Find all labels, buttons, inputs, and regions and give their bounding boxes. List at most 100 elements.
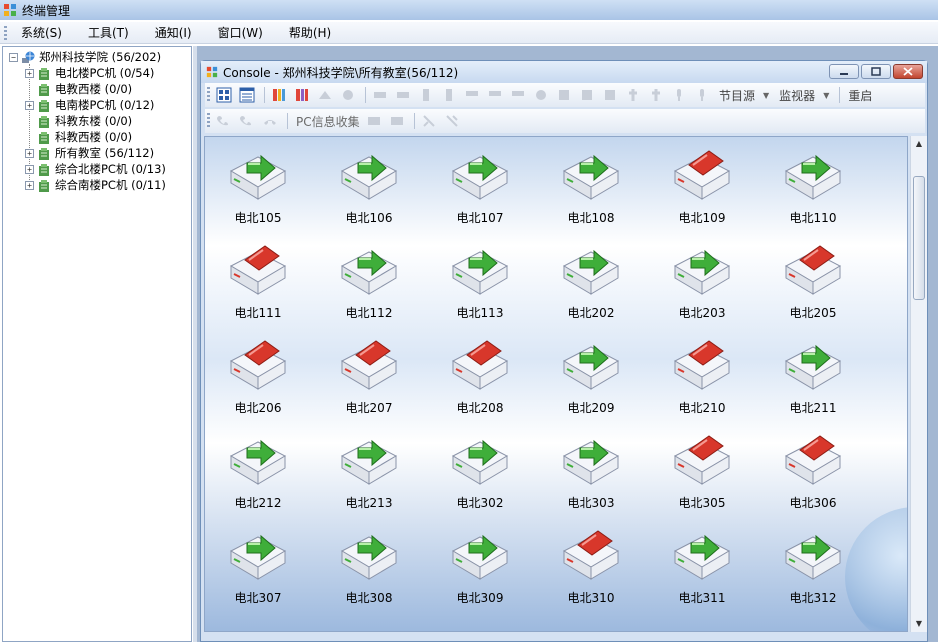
menu-help[interactable]: 帮助(H) <box>281 24 339 41</box>
phone-hangup-button[interactable] <box>260 111 280 131</box>
tool-disabled-1[interactable] <box>315 85 335 105</box>
terminal-name: 电北305 <box>678 496 726 510</box>
tool-disabled-9[interactable] <box>508 85 528 105</box>
tree-node-building[interactable]: + 所有教室 (56/112) <box>25 145 154 161</box>
expand-icon[interactable]: + <box>25 68 34 78</box>
terminal-tile[interactable]: 电北207 <box>324 337 414 425</box>
location-tree[interactable]: − 郑州科技学院 (56/202) + 电北楼PC机 (0/54) 电教西楼 (… <box>2 46 192 642</box>
monitor-dropdown[interactable]: 监视器 <box>779 87 815 104</box>
view-large-icons-button[interactable] <box>214 85 234 105</box>
phone-answer-button[interactable] <box>237 111 257 131</box>
terminal-tile[interactable]: 电北312 <box>768 527 858 615</box>
terminal-tile[interactable]: 电北206 <box>213 337 303 425</box>
vertical-scrollbar[interactable]: ▲ ▼ <box>910 136 927 632</box>
terminal-tile[interactable]: 电北213 <box>324 432 414 520</box>
terminal-tile[interactable]: 电北305 <box>657 432 747 520</box>
tool-disabled-15[interactable] <box>646 85 666 105</box>
terminal-tile[interactable]: 电北210 <box>657 337 747 425</box>
terminal-tile[interactable]: 电北310 <box>546 527 636 615</box>
terminal-tile[interactable]: 电北105 <box>213 147 303 235</box>
expand-icon[interactable]: + <box>25 164 34 174</box>
connect-button[interactable] <box>419 111 439 131</box>
menu-window[interactable]: 窗口(W) <box>210 24 271 41</box>
toolbar-grip[interactable] <box>207 87 210 103</box>
menubar-grip[interactable] <box>4 25 7 40</box>
terminal-tile[interactable]: 电北107 <box>435 147 525 235</box>
scroll-up-icon[interactable]: ▲ <box>911 136 927 152</box>
power-off-button[interactable] <box>292 85 312 105</box>
terminal-tile[interactable]: 电北109 <box>657 147 747 235</box>
close-button[interactable] <box>893 64 923 79</box>
expand-icon[interactable]: + <box>25 100 34 110</box>
tool-disabled-13[interactable] <box>600 85 620 105</box>
power-on-button[interactable] <box>269 85 289 105</box>
tree-node-building[interactable]: 科教东楼 (0/0) <box>37 113 132 129</box>
tree-node-building[interactable]: + 电北楼PC机 (0/54) <box>25 65 154 81</box>
tool-disabled-6[interactable] <box>439 85 459 105</box>
tree-node-building[interactable]: 科教西楼 (0/0) <box>37 129 132 145</box>
menu-notify[interactable]: 通知(I) <box>147 24 200 41</box>
toolbar-grip[interactable] <box>207 113 210 129</box>
terminal-tile[interactable]: 电北112 <box>324 242 414 330</box>
terminal-name: 电北208 <box>456 401 504 415</box>
terminal-tile[interactable]: 电北108 <box>546 147 636 235</box>
tool-disabled-17[interactable] <box>387 111 407 131</box>
tool-disabled-12[interactable] <box>577 85 597 105</box>
collapse-icon[interactable]: − <box>9 52 18 62</box>
tree-node-building[interactable]: + 综合南楼PC机 (0/11) <box>25 177 166 193</box>
tree-node-building[interactable]: 电教西楼 (0/0) <box>37 81 132 97</box>
tool-disabled-8[interactable] <box>485 85 505 105</box>
tool-disabled-2[interactable] <box>338 85 358 105</box>
menu-system[interactable]: 系统(S) <box>13 24 70 41</box>
phone-icon <box>240 116 251 126</box>
terminal-tile[interactable]: 电北208 <box>435 337 525 425</box>
pc-info-collect-button[interactable]: PC信息收集 <box>296 113 360 130</box>
tree-node-root[interactable]: − 郑州科技学院 (56/202) <box>9 49 161 65</box>
expand-icon[interactable]: + <box>25 148 34 158</box>
tool-disabled-14[interactable] <box>623 85 643 105</box>
terminal-tile[interactable]: 电北211 <box>768 337 858 425</box>
terminal-tile[interactable]: 电北106 <box>324 147 414 235</box>
tree-node-building[interactable]: + 电南楼PC机 (0/12) <box>25 97 154 113</box>
tool-disabled-4[interactable] <box>393 85 413 105</box>
tree-node-building[interactable]: + 综合北楼PC机 (0/13) <box>25 161 166 177</box>
terminal-tile[interactable]: 电北203 <box>657 242 747 330</box>
terminal-tile[interactable]: 电北307 <box>213 527 303 615</box>
tool-disabled-5[interactable] <box>416 85 436 105</box>
terminal-tile[interactable]: 电北302 <box>435 432 525 520</box>
terminal-tile[interactable]: 电北212 <box>213 432 303 520</box>
restart-button[interactable]: 重启 <box>848 87 872 104</box>
tool-disabled-7[interactable] <box>462 85 482 105</box>
microphone-off-button[interactable] <box>692 85 712 105</box>
view-details-button[interactable] <box>237 85 257 105</box>
disconnect-button[interactable] <box>442 111 462 131</box>
chevron-down-icon[interactable]: ▼ <box>763 91 769 100</box>
terminal-tile[interactable]: 电北111 <box>213 242 303 330</box>
tool-disabled-10[interactable] <box>531 85 551 105</box>
chevron-down-icon[interactable]: ▼ <box>823 91 829 100</box>
scroll-thumb[interactable] <box>913 176 925 300</box>
terminal-tile[interactable]: 电北303 <box>546 432 636 520</box>
scroll-down-icon[interactable]: ▼ <box>911 616 927 632</box>
menu-tools[interactable]: 工具(T) <box>80 24 137 41</box>
terminal-tile[interactable]: 电北202 <box>546 242 636 330</box>
terminal-tile[interactable]: 电北309 <box>435 527 525 615</box>
terminal-online-icon <box>451 249 509 295</box>
terminal-tile[interactable]: 电北308 <box>324 527 414 615</box>
terminal-tile[interactable]: 电北311 <box>657 527 747 615</box>
terminal-tile[interactable]: 电北306 <box>768 432 858 520</box>
tool-disabled-11[interactable] <box>554 85 574 105</box>
terminal-tile[interactable]: 电北110 <box>768 147 858 235</box>
maximize-button[interactable] <box>861 64 891 79</box>
phone-call-button[interactable] <box>214 111 234 131</box>
tool-disabled-3[interactable] <box>370 85 390 105</box>
terminal-tile[interactable]: 电北205 <box>768 242 858 330</box>
terminal-tile[interactable]: 电北113 <box>435 242 525 330</box>
microphone-button[interactable] <box>669 85 689 105</box>
source-dropdown[interactable]: 节目源 <box>719 87 755 104</box>
expand-icon[interactable]: + <box>25 180 34 190</box>
tool-disabled-16[interactable] <box>364 111 384 131</box>
console-titlebar[interactable]: Console - 郑州科技学院\所有教室(56/112) <box>201 61 927 83</box>
terminal-tile[interactable]: 电北209 <box>546 337 636 425</box>
minimize-button[interactable] <box>829 64 859 79</box>
